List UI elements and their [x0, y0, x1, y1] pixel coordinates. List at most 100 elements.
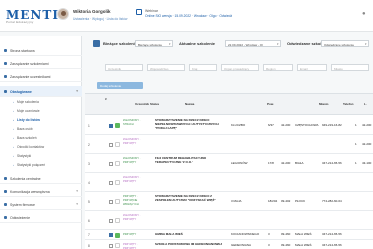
search-row: Uczestnik Województwo Kraj Organ prowadz…: [85, 64, 373, 74]
sidebar-subitem[interactable]: › Moje szkolenia: [0, 98, 82, 106]
postal-code: 09-460: [281, 242, 291, 247]
sidebar-item-active[interactable]: Obsługiwane ▾: [0, 86, 82, 97]
status-label: PRZYJĘTY: [123, 233, 137, 236]
filter-select-1[interactable]: Bieżące szkolenie ▾: [135, 40, 173, 47]
row-checkbox[interactable]: [109, 199, 113, 204]
row-number: 3: [88, 161, 90, 166]
table-row[interactable]: 2 ZGŁOSZONY · PRZYJĘTY 1 42-200: [85, 135, 373, 154]
filter-select-3[interactable]: Odwiedzane szkolenie ▾: [321, 40, 369, 47]
row-checkbox[interactable]: [109, 161, 113, 166]
table-row[interactable]: 1 ZGŁOSZONY · STRACH STOWARZYSZENIE NA RZE…: [85, 116, 373, 135]
search-input-country[interactable]: Kraj: [189, 64, 217, 71]
table-row[interactable]: 4 ZGŁOSZONY · PRZYJĘTY: [85, 173, 373, 192]
sidebar-item-participants[interactable]: Zarządzanie uczestnikami: [0, 71, 82, 82]
table-row[interactable]: 7 PRZYJĘTY GMINA MAŁA WIEŚ KOCIANOWSKIEGO 3 0…: [85, 230, 373, 240]
search-input-organ[interactable]: Organ prowadzący: [221, 64, 259, 71]
webinar-detail[interactable]: Online SIO wersja · 15.09.2022 · Wrocław…: [145, 14, 232, 18]
row-number: 6: [88, 218, 90, 223]
sidebar-item-start[interactable]: Strona startowa: [0, 45, 82, 56]
avatar[interactable]: [57, 8, 69, 20]
chevron-down-icon: ▾: [276, 42, 279, 46]
webinar-title: Webinar: [145, 9, 158, 13]
phone: 949-219-16-82: [322, 122, 342, 127]
table-header: # Uczestnik Status Nazwa Pow. Miasto Tel…: [85, 94, 373, 115]
powiat: 3 MAJA: [231, 198, 242, 203]
sidebar-subitem[interactable]: › Moje uczniowie: [0, 107, 82, 115]
sidebar-subitem[interactable]: › Baza szkoleń: [0, 134, 82, 142]
th-phone[interactable]: Telefon: [343, 102, 353, 106]
chevron-down-icon: ▾: [76, 89, 78, 93]
th-l[interactable]: L.: [364, 102, 367, 106]
sidebar-item-central[interactable]: Szkolenia centralne: [0, 173, 82, 184]
sidebar-subitem-current[interactable]: › Listy do listów: [0, 116, 82, 124]
participants-table: # Uczestnik Status Nazwa Pow. Miasto Tel…: [85, 93, 373, 249]
sidebar-subitem[interactable]: › Statystyki połączeń: [0, 161, 82, 169]
filter-bar: Bieżące szkolenie Bieżące szkolenie ▾ Akt…: [85, 36, 373, 52]
search-input-voivodeship[interactable]: Województwo: [147, 64, 185, 71]
sidebar-subitem[interactable]: › Baza osób: [0, 125, 82, 133]
search-input-email[interactable]: Email: [297, 64, 327, 71]
status-label: ZGŁOSZONY · PRZYJĘTY: [123, 176, 141, 183]
status-flag: [115, 161, 120, 166]
row-number: 2: [88, 142, 90, 147]
webinar-icon: [136, 9, 142, 15]
street-number: 3: [268, 242, 270, 247]
l-col: 1: [355, 141, 357, 146]
th-status[interactable]: Status: [150, 102, 159, 106]
status-flag: [115, 123, 120, 128]
sidebar-item-communication[interactable]: Komunikacja wewnętrzna ▾: [0, 186, 82, 197]
row-number: 1: [88, 123, 90, 128]
street-number: 17/8: [268, 160, 274, 165]
org-name: SZKOŁA PODSTAWOWA IM GEDEONIANOWEJ: [155, 242, 223, 246]
sidebar-subitem[interactable]: › Ośrodki kontaktów: [0, 143, 82, 151]
row-checkbox[interactable]: [109, 218, 113, 223]
search-input-city[interactable]: Miasto: [331, 64, 369, 71]
street-number: 18/204: [268, 198, 278, 203]
row-checkbox[interactable]: [109, 123, 113, 128]
sidebar-subitem[interactable]: › Statystyki: [0, 152, 82, 160]
city: CZĘSTOCHOWA: [295, 122, 319, 127]
add-training-button[interactable]: Dodaj szkolenie: [97, 82, 143, 89]
row-checkbox[interactable]: [109, 243, 113, 248]
user-links[interactable]: Ustawienia · Wyloguj · Lista do listów: [73, 17, 127, 21]
row-checkbox[interactable]: [109, 142, 113, 147]
status-label: ZGŁOSZONY · PRZYJĘTY: [123, 157, 141, 164]
th-powiat[interactable]: Pow.: [267, 102, 274, 106]
status-label: ZGŁOSZONY · PRZYJĘTY: [123, 138, 141, 145]
filter-select-2[interactable]: 22.09.2022 - Wrocław - Ol ▾: [225, 40, 281, 47]
powiat: GEDEONIANA: [231, 242, 252, 247]
sidebar-item-systems[interactable]: System firmowe ▾: [0, 199, 82, 210]
org-name: STOWARZYSZENIE NA RZECZ DZIECI Z ZESPOŁE…: [155, 194, 216, 202]
org-name: GMINA MAŁA WIEŚ: [155, 232, 183, 236]
l-col: 1: [355, 160, 357, 165]
th-number[interactable]: #: [105, 97, 107, 101]
message-icon: [4, 190, 7, 193]
top-header: MENTIS Portal Edukacyjny Wiktoria Gorgol…: [0, 0, 373, 32]
street-number: 6/37: [268, 122, 274, 127]
filter-icon: [93, 40, 100, 47]
status-flag: [115, 142, 120, 147]
table-row[interactable]: 6 ZGŁOSZONY · PRZYJĘTY: [85, 211, 373, 230]
participants-icon: [4, 75, 7, 78]
chevron-down-icon: ▾: [76, 202, 78, 206]
search-input-participant[interactable]: Uczestnik: [105, 64, 143, 71]
th-city[interactable]: Miasto: [319, 102, 329, 106]
phone: 774-282-60-64: [322, 198, 342, 203]
th-name[interactable]: Nazwa: [185, 102, 194, 106]
sidebar-item-trainings[interactable]: Zarządzanie szkoleniami: [0, 58, 82, 69]
search-input-region[interactable]: Region: [263, 64, 293, 71]
row-checkbox[interactable]: [109, 233, 113, 237]
status-label: PRZYJĘTY · PRZYJĘCIE WIDZĄCYCH: [123, 195, 139, 206]
table-row[interactable]: 3 ZGŁOSZONY · PRZYJĘTY FILII CENTRUM REHAB…: [85, 154, 373, 173]
table-row[interactable]: 8 PRZYJĘTY · PRZYJĘTY SZKOŁA PODSTAWOWA IM…: [85, 240, 373, 249]
th-participant[interactable]: Uczestnik: [135, 102, 149, 106]
bell-icon[interactable]: ●: [362, 11, 366, 17]
row-checkbox[interactable]: [109, 180, 113, 185]
postal-code: 09-402: [281, 198, 291, 203]
city: MAŁA WIEŚ: [295, 232, 312, 236]
home-icon: [4, 49, 7, 52]
table-row[interactable]: 5 PRZYJĘTY · PRZYJĘCIE WIDZĄCYCH STOWARZYS…: [85, 192, 373, 211]
sidebar-item-refresh[interactable]: Odświeżenie: [0, 212, 82, 223]
status-flag: [115, 180, 120, 185]
logo-subtitle: Portal Edukacyjny: [6, 20, 34, 24]
